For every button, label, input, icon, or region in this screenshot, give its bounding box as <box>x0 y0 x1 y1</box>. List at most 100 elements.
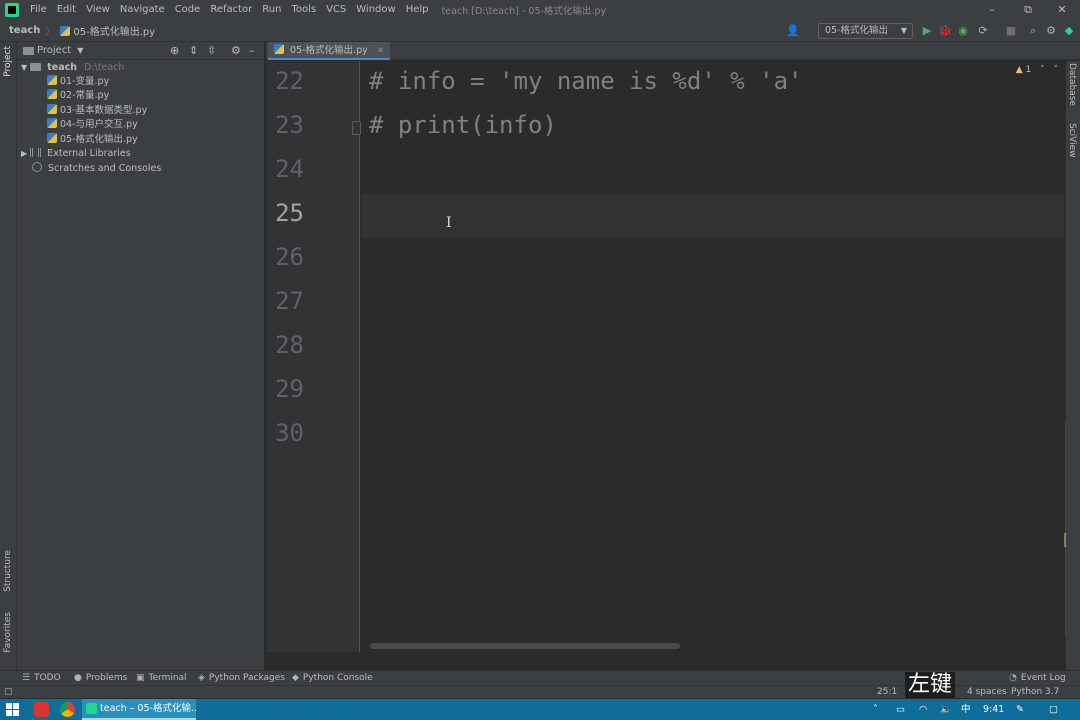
code-editor[interactable]: # info = 'my name is %d' % 'a' # print(i… <box>361 61 1064 652</box>
scratches-row[interactable]: Scratches and Consoles <box>32 162 161 176</box>
line-number: 30 <box>275 419 304 447</box>
folder-icon <box>30 63 42 71</box>
todo-label: TODO <box>34 673 61 683</box>
line-number-gutter: 22 23 24 25 26 27 28 29 30 <box>266 61 361 652</box>
inspection-widget[interactable]: ▲ 1 ˄ ˅ <box>1016 65 1058 75</box>
event-log-icon: ◔ <box>1009 673 1017 683</box>
problems-tool-button[interactable]: ● Problems <box>74 671 127 686</box>
coverage-icon[interactable]: ◉ <box>956 24 970 38</box>
locate-icon[interactable]: ⊕ <box>170 44 179 57</box>
run-icon[interactable]: ▶ <box>920 24 934 38</box>
tree-file-name: 04-与用户交互.py <box>60 119 138 130</box>
taskbar-app-label: teach – 05-格式化输... <box>100 703 196 714</box>
menu-code[interactable]: Code <box>170 0 206 20</box>
search-icon[interactable]: ⌕ <box>1026 24 1040 38</box>
profile-icon[interactable]: ⟳ <box>976 24 990 38</box>
left-tool-stripe: Project Structure Favorites <box>0 42 17 670</box>
tab-close-icon[interactable]: ✕ <box>377 46 385 56</box>
python-file-icon <box>47 133 57 143</box>
external-libraries-row[interactable]: ▶ External Libraries <box>21 147 131 161</box>
line-number: 28 <box>275 331 304 359</box>
debug-icon[interactable]: 🐞 <box>938 24 952 38</box>
event-log-label: Event Log <box>1020 673 1066 683</box>
event-log-tool-button[interactable]: ◔ Event Log <box>1009 671 1066 686</box>
python-file-icon <box>47 118 57 128</box>
breadcrumb-file[interactable]: 05-格式化输出.py <box>73 23 155 38</box>
tree-file-row[interactable]: 01-变量.py <box>47 75 109 89</box>
clock-time[interactable]: 9:41 <box>983 699 1004 720</box>
toggle-tool-windows-icon[interactable]: ▢ <box>4 686 13 699</box>
tree-root-row[interactable]: ▼ teach D:\teach <box>21 61 124 75</box>
stop-icon[interactable]: ■ <box>1004 24 1018 38</box>
sciview-tool-tab[interactable]: SciView <box>1067 123 1077 158</box>
menu-view[interactable]: View <box>81 0 115 20</box>
breadcrumb-separator: 〉 <box>45 27 56 38</box>
python-packages-tool-button[interactable]: ◈ Python Packages <box>198 671 285 686</box>
todo-tool-button[interactable]: ☰ TODO <box>22 671 61 686</box>
minimize-button[interactable]: – <box>974 0 1010 20</box>
menu-window[interactable]: Window <box>351 0 400 20</box>
settings-gear-icon[interactable]: ⚙ <box>1044 24 1058 38</box>
menu-edit[interactable]: Edit <box>52 0 81 20</box>
chevron-down-icon[interactable]: ▼ <box>77 46 83 55</box>
wifi-icon[interactable]: ◠ <box>919 699 927 720</box>
restore-button[interactable]: ⧉ <box>1010 0 1046 20</box>
pen-workspace-icon[interactable]: ✎ <box>1016 699 1024 720</box>
horizontal-scrollbar[interactable] <box>370 643 680 649</box>
volume-icon[interactable]: 🔈 <box>940 699 952 720</box>
run-configuration-select[interactable]: 05-格式化输出 ▼ <box>818 23 913 39</box>
menu-navigate[interactable]: Navigate <box>115 0 170 20</box>
code-line[interactable]: # info = 'my name is %d' % 'a' <box>369 67 802 95</box>
python-file-icon <box>274 44 284 54</box>
notification-icon[interactable]: ▢ <box>1049 699 1058 720</box>
app-shortcut-icon[interactable] <box>34 702 49 717</box>
menu-file[interactable]: File <box>25 0 52 20</box>
project-view-title[interactable]: Project <box>37 45 71 56</box>
terminal-tool-button[interactable]: ▣ Terminal <box>136 671 187 686</box>
menu-refactor[interactable]: Refactor <box>205 0 257 20</box>
expand-all-icon[interactable]: ⇕ <box>189 44 198 57</box>
menu-tools[interactable]: Tools <box>286 0 321 20</box>
taskbar-pycharm-button[interactable]: teach – 05-格式化输... <box>82 699 196 720</box>
battery-icon[interactable]: ▭ <box>896 699 905 720</box>
indent-setting[interactable]: 4 spaces <box>967 686 1007 699</box>
chrome-icon[interactable] <box>60 702 75 717</box>
python-file-icon <box>47 75 57 85</box>
collapse-all-icon[interactable]: ⇳ <box>207 44 216 57</box>
menu-vcs[interactable]: VCS <box>321 0 351 20</box>
previous-highlight-icon[interactable]: ˄ <box>1040 65 1045 75</box>
code-with-me-icon[interactable]: ◆ <box>1062 24 1076 38</box>
line-number: 24 <box>275 155 304 183</box>
breadcrumb-root[interactable]: teach <box>9 25 40 36</box>
hide-panel-icon[interactable]: – <box>249 44 255 57</box>
tree-file-row[interactable]: 02-常量.py <box>47 89 109 103</box>
menu-bar: File Edit View Navigate Code Refactor Ru… <box>0 0 1080 20</box>
interpreter-setting[interactable]: Python 3.7 <box>1011 686 1059 699</box>
next-highlight-icon[interactable]: ˅ <box>1054 65 1059 75</box>
menu-help[interactable]: Help <box>401 0 434 20</box>
database-tool-tab[interactable]: Database <box>1067 63 1077 106</box>
library-icon <box>30 148 42 157</box>
project-tool-tab[interactable]: Project <box>3 46 13 77</box>
tree-file-row[interactable]: 03-基本数据类型.py <box>47 104 147 118</box>
python-packages-label: Python Packages <box>208 673 285 683</box>
window-title: teach [D:\teach] - 05-格式化输出.py <box>441 6 607 17</box>
caret-position[interactable]: 25:1 <box>877 686 897 699</box>
editor-tab-active[interactable]: 05-格式化输出.py ✕ <box>268 42 391 60</box>
line-number: 22 <box>275 67 304 95</box>
user-icon[interactable]: 👤 <box>786 24 800 38</box>
tray-expand-icon[interactable]: ˄ <box>873 699 878 720</box>
favorites-tool-tab[interactable]: Favorites <box>3 612 13 653</box>
tree-file-row[interactable]: 04-与用户交互.py <box>47 118 138 132</box>
menu-run[interactable]: Run <box>257 0 286 20</box>
expand-arrow-icon: ▶ <box>21 149 28 158</box>
code-line[interactable]: # print(info) <box>369 111 557 139</box>
windows-start-icon[interactable] <box>5 702 20 717</box>
structure-tool-tab[interactable]: Structure <box>3 550 13 592</box>
python-console-tool-button[interactable]: ◆ Python Console <box>292 671 373 686</box>
tree-file-row[interactable]: 05-格式化输出.py <box>47 133 138 147</box>
panel-settings-icon[interactable]: ⚙ <box>231 44 241 57</box>
close-window-button[interactable]: ✕ <box>1044 0 1080 20</box>
input-method[interactable]: 中 <box>961 699 971 720</box>
fold-marker-icon[interactable] <box>352 121 361 135</box>
